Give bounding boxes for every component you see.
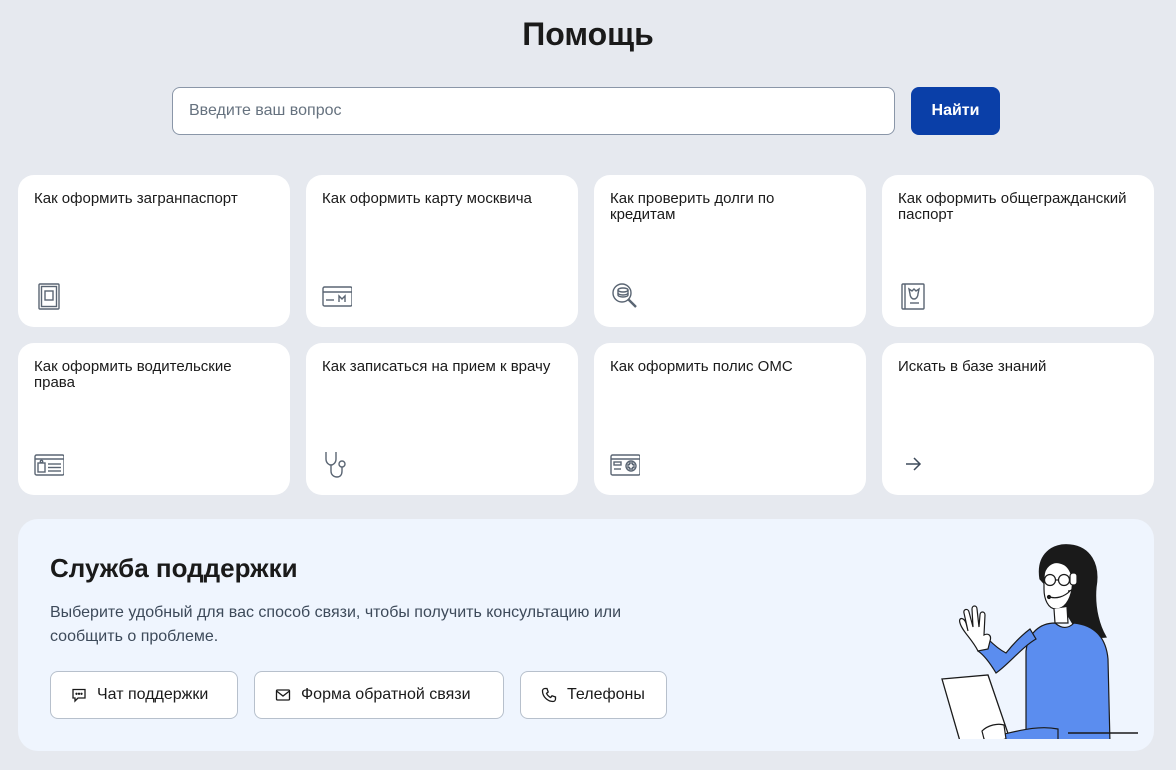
- card-title: Как оформить общегражданский паспорт: [898, 190, 1127, 223]
- support-section: Служба поддержки Выберите удобный для ва…: [18, 519, 1154, 756]
- card-knowledge-base[interactable]: Искать в базе знаний: [882, 343, 1154, 495]
- search-button[interactable]: Найти: [911, 87, 1000, 135]
- page-title: Помощь: [522, 16, 654, 52]
- card-title: Как оформить полис ОМС: [610, 358, 793, 375]
- phone-icon: [541, 687, 557, 703]
- card-credit-debts[interactable]: Как проверить долги по кредитам: [594, 175, 866, 327]
- support-phones-button[interactable]: Телефоны: [520, 671, 667, 719]
- national-passport-icon: [898, 281, 928, 311]
- card-title: Как оформить карту москвича: [322, 190, 532, 207]
- card-doctor-appointment[interactable]: Как записаться на прием к врачу: [306, 343, 578, 495]
- chat-icon: [71, 687, 87, 703]
- support-feedback-button[interactable]: Форма обратной связи: [254, 671, 504, 719]
- support-feedback-label: Форма обратной связи: [301, 686, 471, 703]
- card-title: Искать в базе знаний: [898, 358, 1047, 375]
- card-icon: [322, 281, 352, 311]
- support-description: Выберите удобный для вас способ связи, ч…: [50, 604, 622, 645]
- support-chat-label: Чат поддержки: [97, 686, 209, 703]
- support-title: Служба поддержки: [50, 553, 298, 583]
- card-title: Как оформить водительские права: [34, 358, 232, 391]
- mail-icon: [275, 687, 291, 703]
- magnifier-coin-icon: [610, 281, 640, 311]
- card-oms-policy[interactable]: Как оформить полис ОМС: [594, 343, 866, 495]
- passport-icon: [34, 281, 64, 311]
- stethoscope-icon: [322, 449, 352, 479]
- card-national-passport[interactable]: Как оформить общегражданский паспорт: [882, 175, 1154, 327]
- search-input[interactable]: [172, 87, 895, 135]
- card-title: Как записаться на прием к врачу: [322, 358, 551, 375]
- card-moscow-card[interactable]: Как оформить карту москвича: [306, 175, 578, 327]
- driver-license-icon: [34, 449, 64, 479]
- support-operator-illustration: [918, 539, 1148, 756]
- support-phones-label: Телефоны: [567, 686, 645, 703]
- card-title: Как проверить долги по кредитам: [610, 190, 775, 223]
- card-title: Как оформить загранпаспорт: [34, 190, 238, 207]
- medical-card-icon: [610, 449, 640, 479]
- card-driver-license[interactable]: Как оформить водительские права: [18, 343, 290, 495]
- support-chat-button[interactable]: Чат поддержки: [50, 671, 238, 719]
- arrow-right-icon: [898, 449, 928, 479]
- card-passport-abroad[interactable]: Как оформить загранпаспорт: [18, 175, 290, 327]
